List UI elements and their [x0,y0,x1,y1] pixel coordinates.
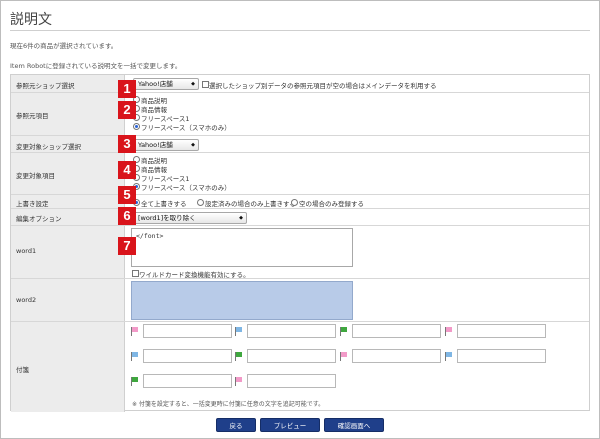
confirm-button[interactable]: 確認画面へ [324,418,384,432]
row-label-cell: 参照元項目 [11,93,125,135]
row-target-item: 変更対象項目 商品説明 商品情報 フリースペース1 フリースペース（スマホのみ） [11,153,589,195]
sticky-flag-icon [445,352,452,361]
settings-table: 参照元ショップ選択 Yahoo!店舗 ◆ 選択したショップ別データの参照元項目が… [10,74,590,412]
target-item-label: 変更対象項目 [16,172,55,180]
row-label-cell: 付箋 [11,322,125,412]
sticky-flag-icon [235,327,242,336]
wildcard-label: ワイルドカード変換機能有効にする。 [139,271,250,279]
overwrite-option-all: 全て上書きする [141,200,187,208]
sticky-flag-icon [235,352,242,361]
row-ref-item: 参照元項目 商品説明 商品情報 フリースペース1 フリースペース（スマホのみ） [11,93,589,136]
sticky-flag-icon [131,377,138,386]
sticky-flag-icon [445,327,452,336]
sticky-input-1[interactable] [143,324,232,338]
chevron-down-icon: ◆ [191,81,195,87]
word2-textarea[interactable] [131,281,353,320]
row-label-cell: word1 [11,226,125,278]
sticky-note: ※ 付箋を設定すると、一括変更時に付箋に任意の文字を追記可能です。 [132,401,325,408]
edit-option-label: 編集オプション [16,215,62,223]
step-badge-3: 3 [118,135,136,153]
step-badge-1: 1 [118,80,136,98]
row-ref-shop: 参照元ショップ選択 Yahoo!店舗 ◆ 選択したショップ別データの参照元項目が… [11,75,589,93]
row-label-cell: 変更対象項目 [11,153,125,194]
overwrite-label: 上書き設定 [16,200,49,208]
target-item-option-4: フリースペース（スマホのみ） [141,184,231,192]
step-badge-7: 7 [118,237,136,255]
ref-shop-select[interactable]: Yahoo!店舗 ◆ [133,78,199,90]
step-badge-2: 2 [118,101,136,119]
chevron-down-icon: ◆ [239,215,243,221]
edit-option-select[interactable]: [word1]を取り除く ◆ [133,212,247,224]
sticky-flag-icon [235,377,242,386]
target-shop-label: 変更対象ショップ選択 [16,143,81,151]
sticky-input-10[interactable] [247,374,336,388]
row-sticky: 付箋 ※ 付箋を設定すると、一括変更時に付箋に任意の文字を追記可能です。 [11,322,589,412]
step-badge-6: 6 [118,207,136,225]
edit-option-select-value: [word1]を取り除く [138,214,196,222]
sticky-flag-icon [340,327,347,336]
title-divider [10,30,590,31]
ref-shop-label: 参照元ショップ選択 [16,82,75,90]
word1-label: word1 [16,247,37,255]
selected-count-note: 現在6件の商品が選択されています。 [10,42,118,50]
word1-textarea[interactable]: </font> [131,228,353,267]
row-word2: word2 [11,279,589,322]
sticky-input-9[interactable] [143,374,232,388]
sticky-label: 付箋 [16,366,29,374]
row-label-cell: 参照元ショップ選択 [11,75,125,92]
sticky-flag-icon [340,352,347,361]
chevron-down-icon: ◆ [191,142,195,148]
sticky-input-6[interactable] [247,349,336,363]
overwrite-radio-set-only[interactable] [197,199,204,206]
sticky-input-2[interactable] [247,324,336,338]
row-label-cell: 変更対象ショップ選択 [11,136,125,152]
ref-item-radio-4[interactable] [133,123,140,130]
sticky-input-3[interactable] [352,324,441,338]
row-label-cell: word2 [11,279,125,321]
sticky-flag-icon [131,327,138,336]
target-shop-select-value: Yahoo!店舗 [138,141,173,149]
row-label-cell: 上書き設定 [11,195,125,208]
row-label-cell: 編集オプション [11,209,125,225]
step-badge-4: 4 [118,161,136,179]
overwrite-option-empty-only: 空の場合のみ登録する [299,200,364,208]
page-title: 説明文 [10,12,52,28]
row-target-shop: 変更対象ショップ選択 Yahoo!店舗 ◆ [11,136,589,153]
sticky-flag-icon [131,352,138,361]
ref-item-option-4: フリースペース（スマホのみ） [141,124,231,132]
sticky-input-7[interactable] [352,349,441,363]
row-edit-option: 編集オプション [word1]を取り除く ◆ [11,209,589,226]
preview-button[interactable]: プレビュー [260,418,320,432]
word2-label: word2 [16,296,37,304]
sticky-input-4[interactable] [457,324,546,338]
sticky-input-5[interactable] [143,349,232,363]
wildcard-checkbox[interactable] [132,270,139,277]
step-badge-5: 5 [118,186,136,204]
overwrite-radio-empty-only[interactable] [291,199,298,206]
row-word1: word1 </font> ワイルドカード変換機能有効にする。 [11,226,589,279]
target-shop-select[interactable]: Yahoo!店舗 ◆ [133,139,199,151]
row-overwrite: 上書き設定 全て上書きする 設定済みの場合のみ上書きする 空の場合のみ登録する [11,195,589,209]
ref-item-label: 参照元項目 [16,112,49,120]
bulk-change-note: Item Robotに登録されている説明文を一括で変更します。 [10,62,182,70]
use-main-data-checkbox[interactable] [202,81,209,88]
sticky-input-8[interactable] [457,349,546,363]
ref-shop-select-value: Yahoo!店舗 [138,80,173,88]
back-button[interactable]: 戻る [216,418,256,432]
overwrite-option-set-only: 設定済みの場合のみ上書きする [205,200,296,208]
use-main-data-label: 選択したショップ別データの参照元項目が空の場合はメインデータを利用する [209,82,437,90]
